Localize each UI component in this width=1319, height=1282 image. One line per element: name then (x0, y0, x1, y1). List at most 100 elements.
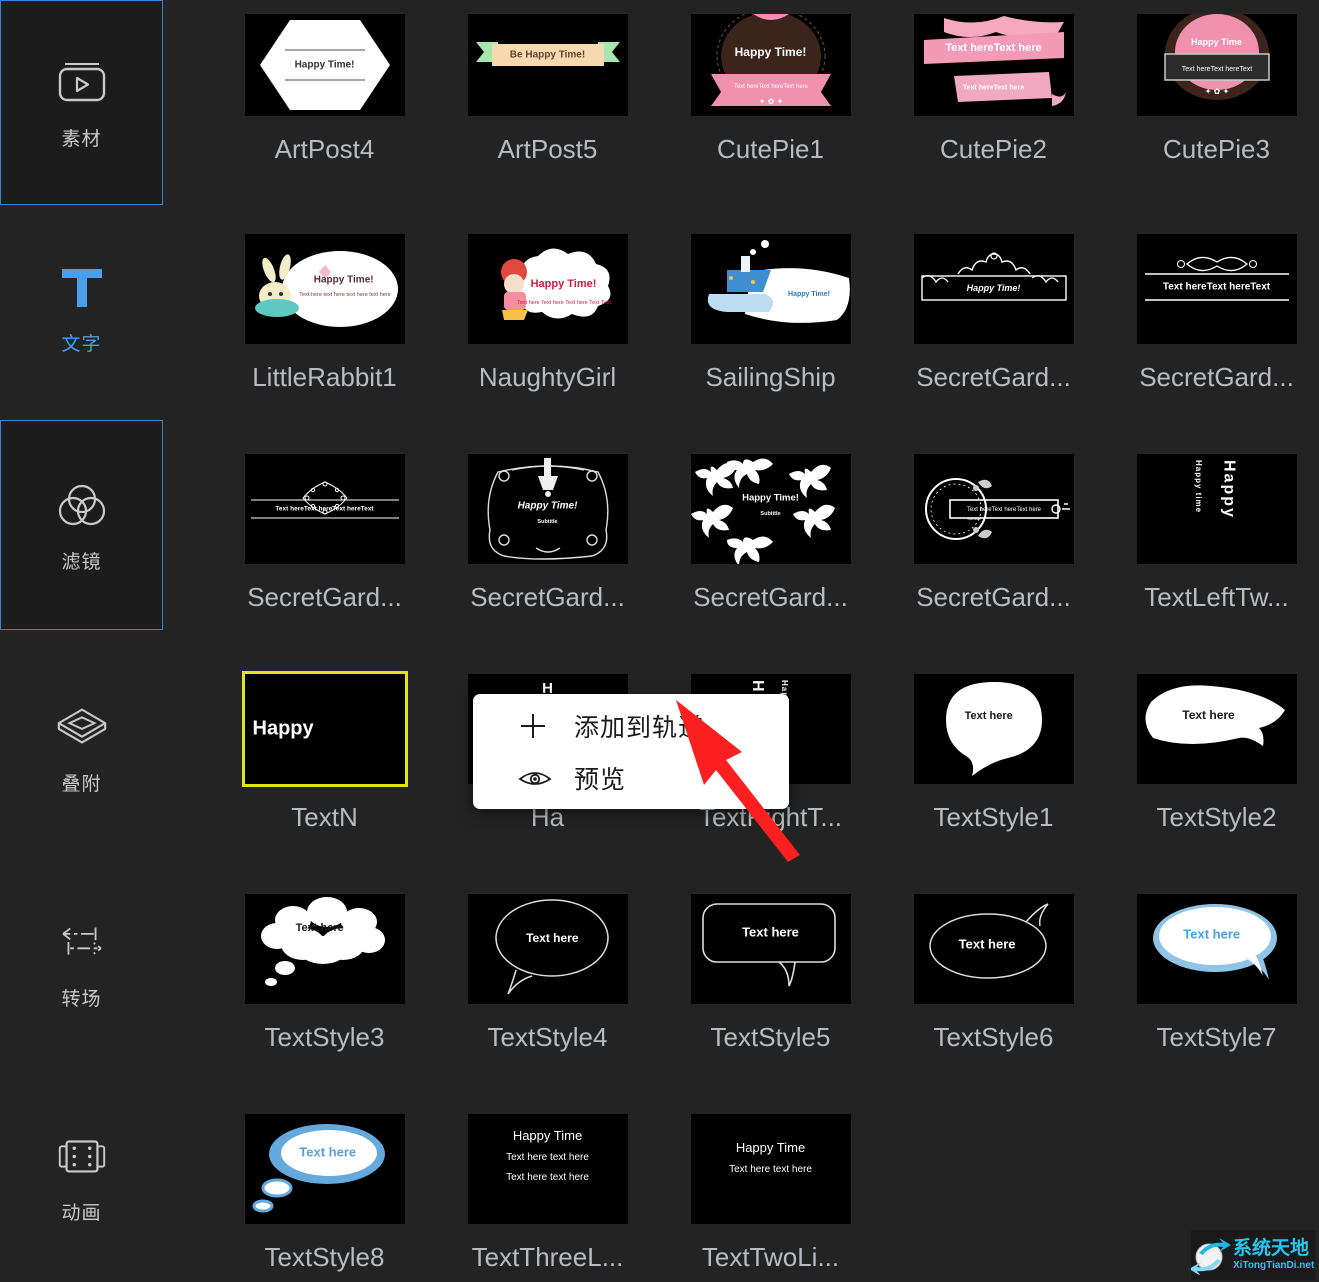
template-thumbnail[interactable]: Happy Time Text here text here Text here… (468, 1114, 628, 1224)
template-cell[interactable]: Text here TextStyle2 (1105, 674, 1319, 894)
template-thumbnail[interactable]: Text hereText hereText hereText (245, 454, 405, 564)
template-name: TextStyle8 (213, 1242, 436, 1273)
menu-label-preview: 预览 (574, 760, 626, 796)
menu-item-add-to-track[interactable]: 添加到轨道 (473, 700, 789, 752)
template-thumbnail[interactable]: Text hereText hereText here ✦ ✿ ✦ Happy … (691, 14, 851, 116)
template-cell[interactable]: Text hereText hereText here ✦ ✿ ✦ Happy … (659, 14, 882, 234)
template-thumbnail[interactable]: Happy (245, 674, 405, 784)
sidebar-item-text[interactable]: 文字 (0, 205, 163, 410)
template-cell[interactable]: Text hereText hereText here Subtitle Sec… (882, 454, 1105, 674)
thumb-text: Happy Time! (735, 45, 807, 59)
watermark-en: XiTongTianDi.net (1233, 1261, 1314, 1271)
sidebar-item-overlay[interactable]: 叠附 (0, 640, 163, 855)
template-cell[interactable]: Happy Time! SailingShip (659, 234, 882, 454)
template-thumbnail[interactable]: Happy Time! (691, 234, 851, 344)
template-thumbnail[interactable]: Text hereText here Text hereText here (914, 14, 1074, 116)
thumb-text: Text here (959, 937, 1016, 952)
template-thumbnail[interactable]: Text here (914, 894, 1074, 1004)
thumb-text: Text here (296, 922, 344, 934)
sidebar-label-media: 素材 (61, 124, 101, 151)
template-cell[interactable]: Text here TextStyle8 (213, 1114, 436, 1282)
media-library-icon (54, 54, 110, 110)
template-cell[interactable]: Text here TextStyle4 (436, 894, 659, 1114)
template-cell[interactable]: Text hereText hereText SecretGard... (1105, 234, 1319, 454)
sidebar-item-media[interactable]: 素材 (0, 0, 163, 205)
svg-text:✦ ✿ ✦: ✦ ✿ ✦ (1204, 87, 1229, 96)
thumb-text: Text here (742, 925, 799, 940)
template-thumbnail[interactable]: Text hereText hereText here Subtitle (914, 454, 1074, 564)
template-name: SecretGard... (436, 582, 659, 613)
template-cell[interactable]: Happy Time! Subtitle SecretGard... (659, 454, 882, 674)
template-cell[interactable]: Happy Time Text here text here TextTwoLi… (659, 1114, 882, 1282)
template-cell[interactable]: Text here TextStyle5 (659, 894, 882, 1114)
template-cell[interactable]: Text here text here text here text here … (213, 234, 436, 454)
svg-text:Text here text here text here: Text here text here text here text here (299, 292, 390, 298)
sidebar-item-transition[interactable]: 转场 (0, 855, 163, 1070)
template-cell[interactable]: Happy Time! SecretGard... (882, 234, 1105, 454)
template-thumbnail[interactable]: Text here (245, 1114, 405, 1224)
template-name: SecretGard... (659, 582, 882, 613)
template-name: TextTwoLi... (659, 1242, 882, 1273)
template-thumbnail[interactable]: Text here Text here Text here Text Text … (468, 234, 628, 344)
template-cell-selected[interactable]: Happy TextN (213, 674, 436, 894)
template-cell[interactable]: Be Happy Time! ArtPost5 (436, 14, 659, 234)
thumb-text: Happy Time (1191, 37, 1242, 47)
template-thumbnail[interactable]: Text here (914, 674, 1074, 784)
thumb-text: Happy Time (513, 1128, 582, 1143)
template-cell-empty (882, 1114, 1105, 1282)
thumb-text: Happy (253, 718, 314, 741)
template-thumbnail[interactable]: Happy Time! (914, 234, 1074, 344)
sidebar-label-animation: 动画 (61, 1198, 101, 1225)
left-sidebar: 素材 文字 滤镜 (0, 0, 163, 1282)
template-cell[interactable]: Text here TextStyle1 (882, 674, 1105, 894)
template-cell[interactable]: Happy Time! Subtitle SecretGard... (436, 454, 659, 674)
template-cell[interactable]: Text hereText hereText ✦ ✿ ✦ Happy Time … (1105, 14, 1319, 234)
template-cell[interactable]: Text hereText hereText hereText SecretGa… (213, 454, 436, 674)
template-cell[interactable]: Text here TextStyle3 (213, 894, 436, 1114)
template-thumbnail[interactable]: Text here text here text here text here … (245, 234, 405, 344)
template-thumbnail[interactable]: Happy Happy time (1137, 454, 1297, 564)
sidebar-item-filter[interactable]: 滤镜 (0, 420, 163, 630)
template-cell[interactable]: Text hereText here Text hereText here Cu… (882, 14, 1105, 234)
template-name: TextThreeL... (436, 1242, 659, 1273)
template-name: CutePie3 (1105, 134, 1319, 165)
template-name: CutePie2 (882, 134, 1105, 165)
template-thumbnail[interactable]: Text here (1137, 894, 1297, 1004)
template-thumbnail[interactable]: Text hereText hereText (1137, 234, 1297, 344)
template-cell[interactable]: Text here TextStyle6 (882, 894, 1105, 1114)
template-cell[interactable]: Text here Text here Text here Text Text … (436, 234, 659, 454)
watermark: 系统天地 XiTongTianDi.net (1191, 1230, 1315, 1280)
template-thumbnail[interactable]: Happy Time! Subtitle (691, 454, 851, 564)
template-thumbnail[interactable]: Text here (245, 894, 405, 1004)
thumb-text: Be Happy Time! (510, 50, 585, 61)
svg-text:Text hereText hereText: Text hereText hereText (1181, 66, 1251, 73)
template-name: TextStyle6 (882, 1022, 1105, 1053)
template-cell[interactable]: Happy Time! ArtPost4 (213, 14, 436, 234)
template-thumbnail[interactable]: Happy Time! Subtitle (468, 454, 628, 564)
sidebar-item-animation[interactable]: 动画 (0, 1070, 163, 1282)
template-thumbnail[interactable]: Text here (1137, 674, 1297, 784)
filter-circles-icon (54, 477, 110, 533)
thumb-text-2: Text hereText here (963, 85, 1024, 92)
template-thumbnail[interactable]: Be Happy Time! (468, 14, 628, 116)
template-thumbnail[interactable]: Text hereText hereText ✦ ✿ ✦ Happy Time (1137, 14, 1297, 116)
template-grid: Happy Time! ArtPost4 Be Happy Time! ArtP… (213, 14, 1319, 1282)
template-name: SecretGard... (882, 582, 1105, 613)
template-cell[interactable]: Happy Happy time TextLeftTw... (1105, 454, 1319, 674)
menu-item-preview[interactable]: 预览 (473, 752, 789, 804)
app-root: 素材 文字 滤镜 (0, 0, 1319, 1282)
context-menu[interactable]: 添加到轨道 预览 (473, 694, 789, 809)
svg-text:Text hereText hereText here: Text hereText hereText here (733, 84, 808, 90)
overlay-layers-icon (54, 699, 110, 755)
thumb-text-2: Text here text here (506, 1152, 589, 1163)
svg-text:Text here Text here Text here: Text here Text here Text here Text Text (517, 300, 611, 306)
thumb-text-2: Subtitle (760, 511, 780, 517)
template-cell[interactable]: Happy Time Text here text here Text here… (436, 1114, 659, 1282)
template-thumbnail[interactable]: Text here (468, 894, 628, 1004)
template-thumbnail[interactable]: Happy Time! (245, 14, 405, 116)
template-name: TextStyle4 (436, 1022, 659, 1053)
thumb-text: Happy Time! (967, 283, 1021, 293)
template-thumbnail[interactable]: Text here (691, 894, 851, 1004)
template-cell[interactable]: Text here TextStyle7 (1105, 894, 1319, 1114)
template-thumbnail[interactable]: Happy Time Text here text here (691, 1114, 851, 1224)
